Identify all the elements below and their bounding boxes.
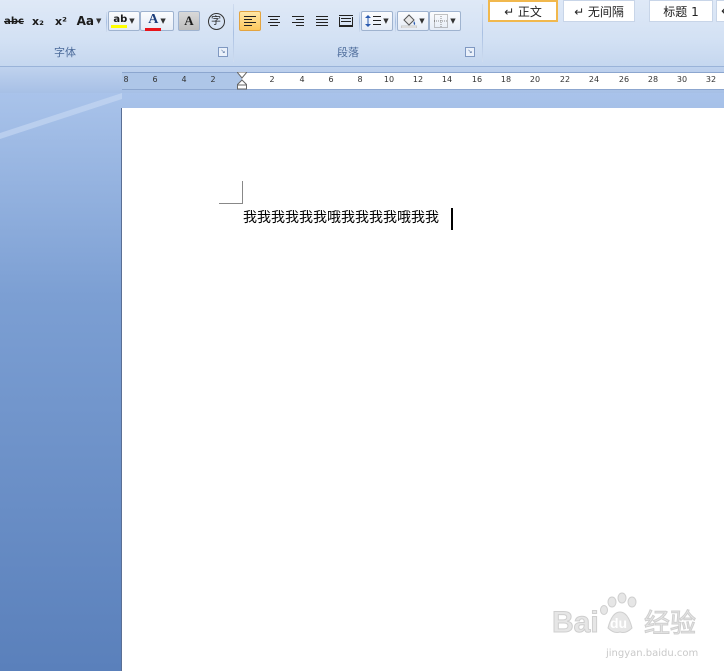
justify-icon [316, 16, 328, 26]
paragraph-group: ▼ ▼ ▼ 段落 ↘ [235, 0, 480, 66]
styles-gallery: ↵ 正文 ↵ 无间隔 标题 1 ↵ [486, 0, 724, 66]
ruler-tick: 6 [328, 75, 334, 84]
align-left-button[interactable] [239, 11, 261, 31]
text-highlight-button[interactable]: ab ▼ [108, 11, 140, 31]
ruler-tick: 2 [210, 75, 216, 84]
ruler-tick: 30 [676, 75, 688, 84]
font-color-icon: A [145, 12, 162, 31]
svg-text:du: du [610, 615, 627, 631]
character-shading-button[interactable]: A [178, 11, 200, 31]
workspace-highlight [0, 93, 122, 139]
style-no-spacing[interactable]: ↵ 无间隔 [563, 0, 635, 22]
align-left-icon [244, 16, 256, 26]
indent-marker-icon [235, 71, 249, 90]
group-divider [482, 4, 483, 62]
ruler-tick: 20 [529, 75, 541, 84]
distributed-button[interactable] [335, 11, 357, 31]
align-center-button[interactable] [263, 11, 285, 31]
toolbar-divider [106, 12, 107, 32]
ruler-tick: 8 [357, 75, 363, 84]
ruler-tick: 10 [383, 75, 395, 84]
chevron-down-icon: ▼ [160, 17, 166, 25]
style-normal[interactable]: ↵ 正文 [488, 0, 558, 22]
subscript-button[interactable]: x₂ [27, 11, 49, 31]
chevron-down-icon: ▼ [450, 17, 456, 25]
borders-icon [434, 14, 449, 28]
ruler-tick: 4 [181, 75, 187, 84]
svg-text:Bai: Bai [552, 606, 599, 639]
ruler-tick: 18 [500, 75, 512, 84]
strikethrough-button[interactable]: abc [2, 11, 26, 31]
ruler-tick: 4 [299, 75, 305, 84]
highlight-color-bar [111, 25, 128, 28]
ruler-tick: 26 [618, 75, 630, 84]
document-text[interactable]: 我我我我我我哦我我我我哦我我 [243, 208, 439, 228]
document-page[interactable] [122, 108, 724, 671]
toolbar-divider [359, 12, 360, 32]
style-heading-2[interactable]: ↵ [716, 0, 724, 22]
ruler-tick: 8 [123, 75, 129, 84]
font-color-button[interactable]: A ▼ [140, 11, 174, 31]
style-heading-1[interactable]: 标题 1 [649, 0, 713, 22]
line-spacing-icon [365, 15, 382, 27]
superscript-button[interactable]: x² [50, 11, 72, 31]
font-color-bar [145, 27, 162, 31]
text-cursor [451, 208, 453, 230]
paint-bucket-icon [401, 14, 418, 28]
chevron-down-icon: ▼ [96, 17, 102, 25]
toolbar-divider [395, 12, 396, 32]
font-dialog-launcher-icon[interactable]: ↘ [218, 47, 228, 57]
watermark-domain: jingyan.baidu.com [606, 648, 699, 659]
ruler-tick: 2 [269, 75, 275, 84]
distributed-icon [339, 15, 353, 27]
paragraph-dialog-launcher-icon[interactable]: ↘ [465, 47, 475, 57]
ribbon: abc x₂ x² Aa ▼ ab ▼ A ▼ A 字 字体 ↘ ▼ ▼ ▼ 段… [0, 0, 724, 67]
highlighter-icon: ab [111, 14, 128, 28]
chevron-down-icon: ▼ [419, 17, 425, 25]
ruler-tick: 32 [705, 75, 717, 84]
enclose-characters-button[interactable]: 字 [205, 11, 227, 31]
justify-button[interactable] [311, 11, 333, 31]
ruler-tick: 14 [441, 75, 453, 84]
chevron-down-icon: ▼ [129, 17, 135, 25]
ruler-tick: 12 [412, 75, 424, 84]
horizontal-ruler[interactable]: 8 6 4 2 2 4 6 8 10 12 14 16 18 20 22 24 … [122, 71, 724, 90]
font-group: abc x₂ x² Aa ▼ ab ▼ A ▼ A 字 字体 ↘ [0, 0, 232, 66]
baidu-logo: Bai du 经验 [552, 592, 697, 640]
shading-button[interactable]: ▼ [397, 11, 429, 31]
line-spacing-button[interactable]: ▼ [361, 11, 393, 31]
align-center-icon [268, 16, 280, 26]
font-group-label: 字体 [54, 46, 76, 59]
change-case-button[interactable]: Aa ▼ [74, 11, 104, 31]
indent-marker[interactable] [235, 71, 249, 90]
ruler-tick: 28 [647, 75, 659, 84]
ruler-tick: 22 [559, 75, 571, 84]
align-right-button[interactable] [287, 11, 309, 31]
ruler-tick: 24 [588, 75, 600, 84]
chevron-down-icon: ▼ [383, 17, 389, 25]
ruler-tick: 6 [152, 75, 158, 84]
svg-text:经验: 经验 [644, 609, 696, 639]
group-divider [233, 4, 234, 62]
ruler-tick: 16 [471, 75, 483, 84]
paragraph-group-label: 段落 [337, 46, 359, 59]
align-right-icon [292, 16, 304, 26]
borders-button[interactable]: ▼ [429, 11, 461, 31]
margin-corner-mark [219, 181, 243, 204]
